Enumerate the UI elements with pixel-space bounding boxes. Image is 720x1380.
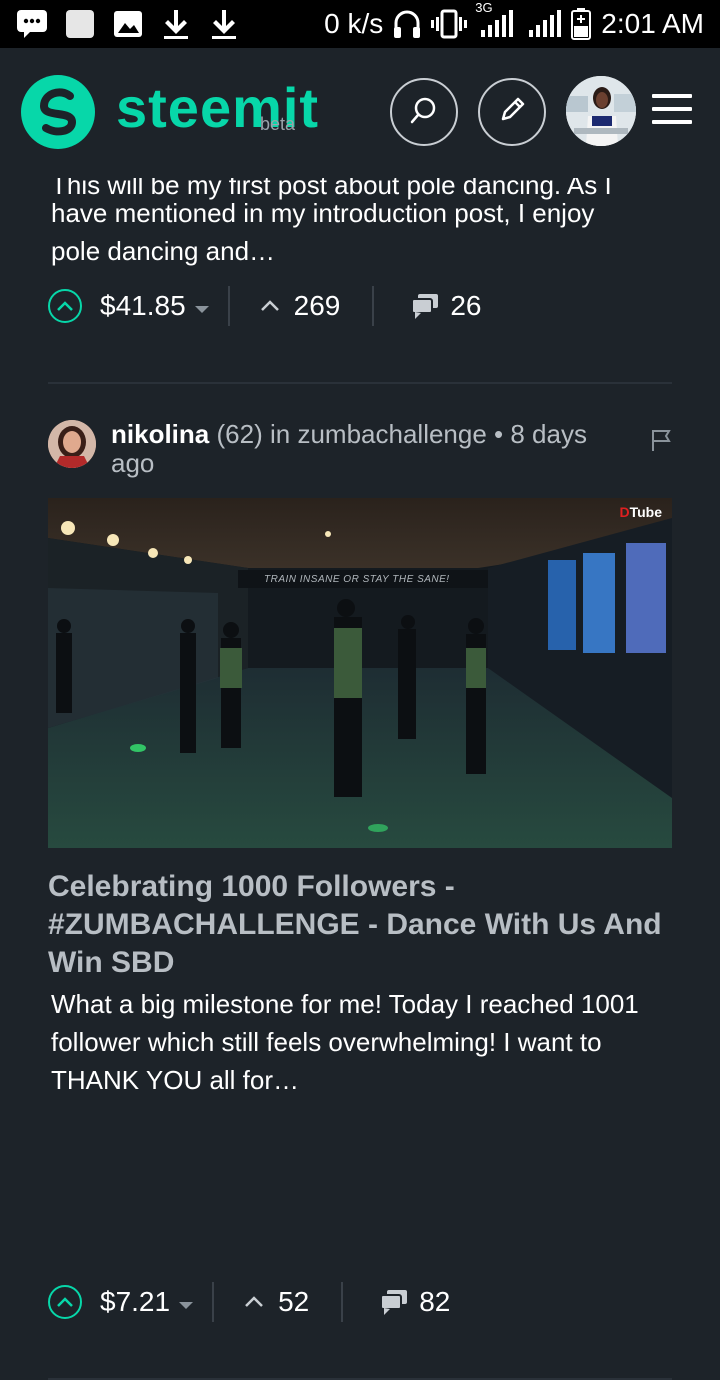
square-icon	[64, 8, 96, 40]
dance-studio-image	[48, 498, 672, 848]
upvote-button[interactable]	[48, 1285, 82, 1319]
thumbnail-banner: TRAIN INSANE OR STAY THE SANE!	[264, 574, 450, 585]
status-bar: 0 k/s 3G 2:01 AM	[0, 0, 720, 48]
image-icon	[112, 8, 144, 40]
post-meta-row: $41.85 269 26	[48, 286, 672, 326]
community-link[interactable]: zumbachallenge	[297, 419, 486, 449]
chevron-down-icon[interactable]	[178, 1286, 194, 1318]
signal-icon: 3G	[475, 0, 517, 38]
download-icon	[208, 8, 240, 40]
hamburger-icon	[652, 94, 692, 124]
chevron-down-icon[interactable]	[194, 290, 210, 322]
payout-value[interactable]: $41.85	[100, 290, 186, 322]
network-speed: 0 k/s	[324, 8, 384, 39]
search-button[interactable]	[390, 78, 458, 146]
steemit-logo-icon	[20, 74, 96, 155]
post-byline: nikolina (62) in zumbachallenge • 8 days…	[111, 420, 631, 478]
headphones-icon	[393, 9, 421, 39]
post-excerpt[interactable]: have mentioned in my introduction post, …	[51, 194, 691, 270]
comments-icon	[379, 1288, 409, 1316]
post-author-row: nikolina (62) in zumbachallenge • 8 days…	[48, 420, 631, 478]
payout-value[interactable]: $7.21	[100, 1286, 170, 1318]
meta-divider	[227, 286, 230, 326]
vote-count-value: 269	[293, 290, 341, 321]
vote-count[interactable]: 52	[244, 1286, 309, 1318]
community-prefix: in	[269, 419, 291, 449]
comments-count: 82	[419, 1286, 451, 1317]
comments-link[interactable]: 82	[379, 1286, 450, 1318]
dtube-label: Tube	[629, 504, 662, 520]
dtube-mark: D	[619, 504, 630, 520]
network-type: 3G	[475, 0, 493, 15]
post-card: This will be my first post about pole da…	[0, 150, 720, 384]
chat-icon	[16, 8, 48, 40]
post-card: nikolina (62) in zumbachallenge • 8 days…	[0, 416, 720, 1380]
download-icon	[160, 8, 192, 40]
search-icon	[409, 95, 439, 130]
dtube-badge: DTube	[619, 504, 662, 520]
write-post-button[interactable]	[478, 78, 546, 146]
chevron-up-icon	[244, 1296, 264, 1308]
author-avatar[interactable]	[48, 420, 96, 468]
post-excerpt[interactable]: What a big milestone for me! Today I rea…	[51, 985, 681, 1099]
battery-icon	[571, 8, 592, 40]
post-title[interactable]: Celebrating 1000 Followers - #ZUMBACHALL…	[48, 868, 688, 982]
vibrate-icon	[431, 9, 468, 39]
comments-icon	[410, 292, 440, 320]
app-header: steemit beta	[0, 48, 720, 178]
user-avatar[interactable]	[566, 76, 636, 146]
chevron-up-icon	[260, 300, 280, 312]
meta-divider	[341, 1282, 344, 1322]
upvote-button[interactable]	[48, 289, 82, 323]
pencil-icon	[497, 95, 527, 130]
post-excerpt-line: have mentioned in my introduction post, …	[51, 198, 595, 228]
post-meta-row: $7.21 52 82	[48, 1282, 672, 1322]
post-thumbnail[interactable]: TRAIN INSANE OR STAY THE SANE! DTube	[48, 498, 672, 848]
comments-count: 26	[450, 290, 482, 321]
comments-link[interactable]: 26	[410, 290, 482, 322]
post-excerpt-line: pole dancing and…	[51, 236, 276, 266]
flag-icon[interactable]	[650, 428, 672, 457]
signal-icon	[527, 10, 562, 38]
beta-label: beta	[260, 114, 296, 134]
meta-divider	[212, 1282, 215, 1322]
meta-divider	[372, 286, 375, 326]
author-name[interactable]: nikolina	[111, 419, 209, 449]
author-reputation: (62)	[216, 419, 263, 449]
vote-count-value: 52	[278, 1286, 310, 1317]
post-divider	[48, 382, 672, 384]
vote-count[interactable]: 269	[260, 290, 341, 322]
menu-button[interactable]	[652, 94, 692, 128]
clock: 2:01 AM	[601, 8, 704, 39]
